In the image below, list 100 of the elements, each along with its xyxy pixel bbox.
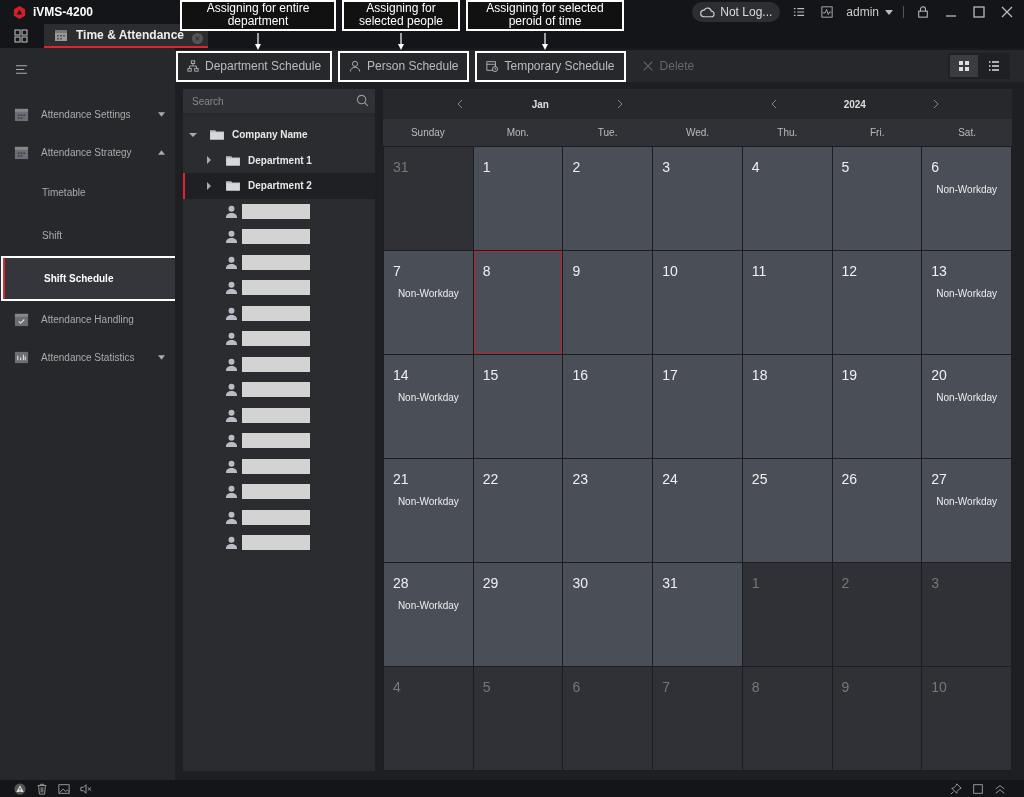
calendar-day-cell[interactable]: 23: [563, 459, 653, 562]
expander-icon[interactable]: [205, 156, 213, 165]
calendar-day-cell[interactable]: 30: [563, 563, 653, 666]
day-number: 7: [662, 679, 670, 695]
previous-month-icon[interactable]: [457, 99, 464, 109]
calendar-day-cell[interactable]: 8: [473, 251, 563, 354]
app-name: iVMS-4200: [33, 5, 94, 19]
list-icon[interactable]: [793, 6, 806, 18]
calendar-day-cell[interactable]: 28 Non-Workday: [384, 563, 473, 666]
sidebar-item[interactable]: Timetable: [0, 171, 175, 214]
calendar-day-cell[interactable]: 24: [653, 459, 742, 562]
lock-icon[interactable]: [917, 6, 929, 18]
muted-speaker-icon[interactable]: [80, 782, 92, 795]
next-month-icon[interactable]: [617, 99, 624, 109]
pin-icon[interactable]: [950, 782, 962, 795]
delete-icon: [641, 60, 654, 72]
sidebar-item[interactable]: Attendance Strategy: [0, 133, 175, 171]
calendar-day-cell[interactable]: 13 Non-Workday: [922, 251, 1011, 354]
annotation-arrow: [541, 33, 549, 50]
grid-view-button[interactable]: [950, 55, 978, 77]
person-icon: [225, 306, 238, 320]
calendar-day-cell[interactable]: 29: [473, 563, 563, 666]
calendar-day-cell[interactable]: 15: [473, 355, 563, 458]
calendar-day-cell[interactable]: 22: [473, 459, 563, 562]
calendar-day-cell[interactable]: 21 Non-Workday: [384, 459, 473, 562]
sidebar-item[interactable]: Attendance Statistics: [0, 338, 175, 376]
calendar-day-cell[interactable]: 6 Non-Workday: [922, 147, 1011, 250]
person-icon: [225, 408, 238, 422]
image-icon[interactable]: [58, 782, 70, 795]
expander-icon[interactable]: [205, 181, 213, 190]
trash-icon[interactable]: [36, 782, 48, 795]
calendar-day-cell[interactable]: 5: [832, 147, 922, 250]
calendar-check-icon: [14, 311, 29, 327]
sidebar-item[interactable]: Shift: [0, 214, 175, 257]
module-tab[interactable]: Time & Attendance: [44, 24, 209, 48]
warning-icon[interactable]: [14, 782, 26, 795]
tree-item[interactable]: Department 1: [183, 147, 375, 173]
sidebar-item[interactable]: Attendance Handling: [0, 300, 175, 338]
user-menu[interactable]: admin: [846, 5, 893, 19]
calendar-day-cell[interactable]: 4: [742, 147, 832, 250]
calendar-day-cell[interactable]: 3: [653, 147, 742, 250]
calendar-day-cell[interactable]: 16: [563, 355, 653, 458]
redacted-name-block: [242, 305, 310, 321]
calendar-day-cell[interactable]: 17: [653, 355, 742, 458]
day-number: 4: [751, 159, 760, 175]
calendar-day-cell[interactable]: 27 Non-Workday: [922, 459, 1011, 562]
calendar-icon: [14, 144, 29, 160]
pulse-monitor-icon[interactable]: [821, 6, 834, 18]
calendar-day-cell[interactable]: 12: [832, 251, 922, 354]
previous-year-icon[interactable]: [770, 99, 777, 109]
expander-icon[interactable]: [189, 130, 197, 139]
calendar-day-cell[interactable]: 20 Non-Workday: [922, 355, 1011, 458]
cloud-status-button[interactable]: Not Log...: [692, 2, 781, 22]
annotation-callout: Assigning for selected peroid of time: [466, 0, 624, 31]
calendar-day-cell[interactable]: 7 Non-Workday: [384, 251, 473, 354]
redacted-name-block: [242, 509, 310, 525]
folder-icon: [210, 129, 224, 141]
calendar-day-cell[interactable]: 31: [653, 563, 742, 666]
day-number: 20: [931, 367, 947, 383]
day-number: 21: [393, 471, 409, 487]
close-icon[interactable]: [1001, 6, 1013, 18]
next-year-icon[interactable]: [932, 99, 939, 109]
schedule-button[interactable]: Temporary Schedule: [475, 50, 626, 82]
person-icon: [225, 357, 238, 371]
redacted-name-block: [242, 203, 310, 219]
menu-icon[interactable]: [15, 64, 28, 75]
person-icon: [225, 255, 238, 269]
calendar-day-cell[interactable]: 18: [742, 355, 832, 458]
redacted-name-block: [242, 407, 310, 423]
calendar-day-cell[interactable]: 25: [742, 459, 832, 562]
redacted-name-block: [242, 535, 310, 551]
calendar-clock-icon: [486, 60, 499, 72]
tree-item[interactable]: Department 2: [183, 173, 375, 199]
day-number: 27: [931, 471, 947, 487]
day-number: 10: [931, 679, 947, 695]
day-note: Non-Workday: [936, 496, 998, 507]
calendar-day-cell[interactable]: 2: [563, 147, 653, 250]
redacted-name-block: [242, 484, 310, 500]
calendar-day-cell[interactable]: 19: [832, 355, 922, 458]
maximize-icon[interactable]: [973, 6, 985, 18]
search-icon[interactable]: [356, 94, 369, 107]
schedule-button[interactable]: Person Schedule: [338, 50, 470, 82]
calendar-day-cell[interactable]: 26: [832, 459, 922, 562]
annotation-arrow: [254, 33, 262, 50]
tree-item[interactable]: Company Name: [183, 122, 375, 148]
window-icon[interactable]: [972, 782, 984, 795]
day-number: 28: [393, 575, 409, 591]
schedule-button[interactable]: Department Schedule: [176, 50, 333, 82]
calendar-day-cell[interactable]: 1: [473, 147, 563, 250]
annotation-callout: Assigning for selected people: [342, 0, 460, 31]
redacted-name-block: [242, 280, 310, 296]
calendar-day-cell[interactable]: 14 Non-Workday: [384, 355, 473, 458]
collapse-up-icon[interactable]: [994, 782, 1006, 795]
calendar-day-cell[interactable]: 9: [563, 251, 653, 354]
year-label: 2024: [843, 98, 866, 110]
search-field[interactable]: Search: [183, 89, 375, 113]
calendar-day-cell[interactable]: 10: [653, 251, 742, 354]
apps-grid-icon[interactable]: [14, 29, 28, 43]
calendar-day-cell[interactable]: 11: [742, 251, 832, 354]
sidebar-item[interactable]: Attendance Settings: [0, 95, 175, 133]
